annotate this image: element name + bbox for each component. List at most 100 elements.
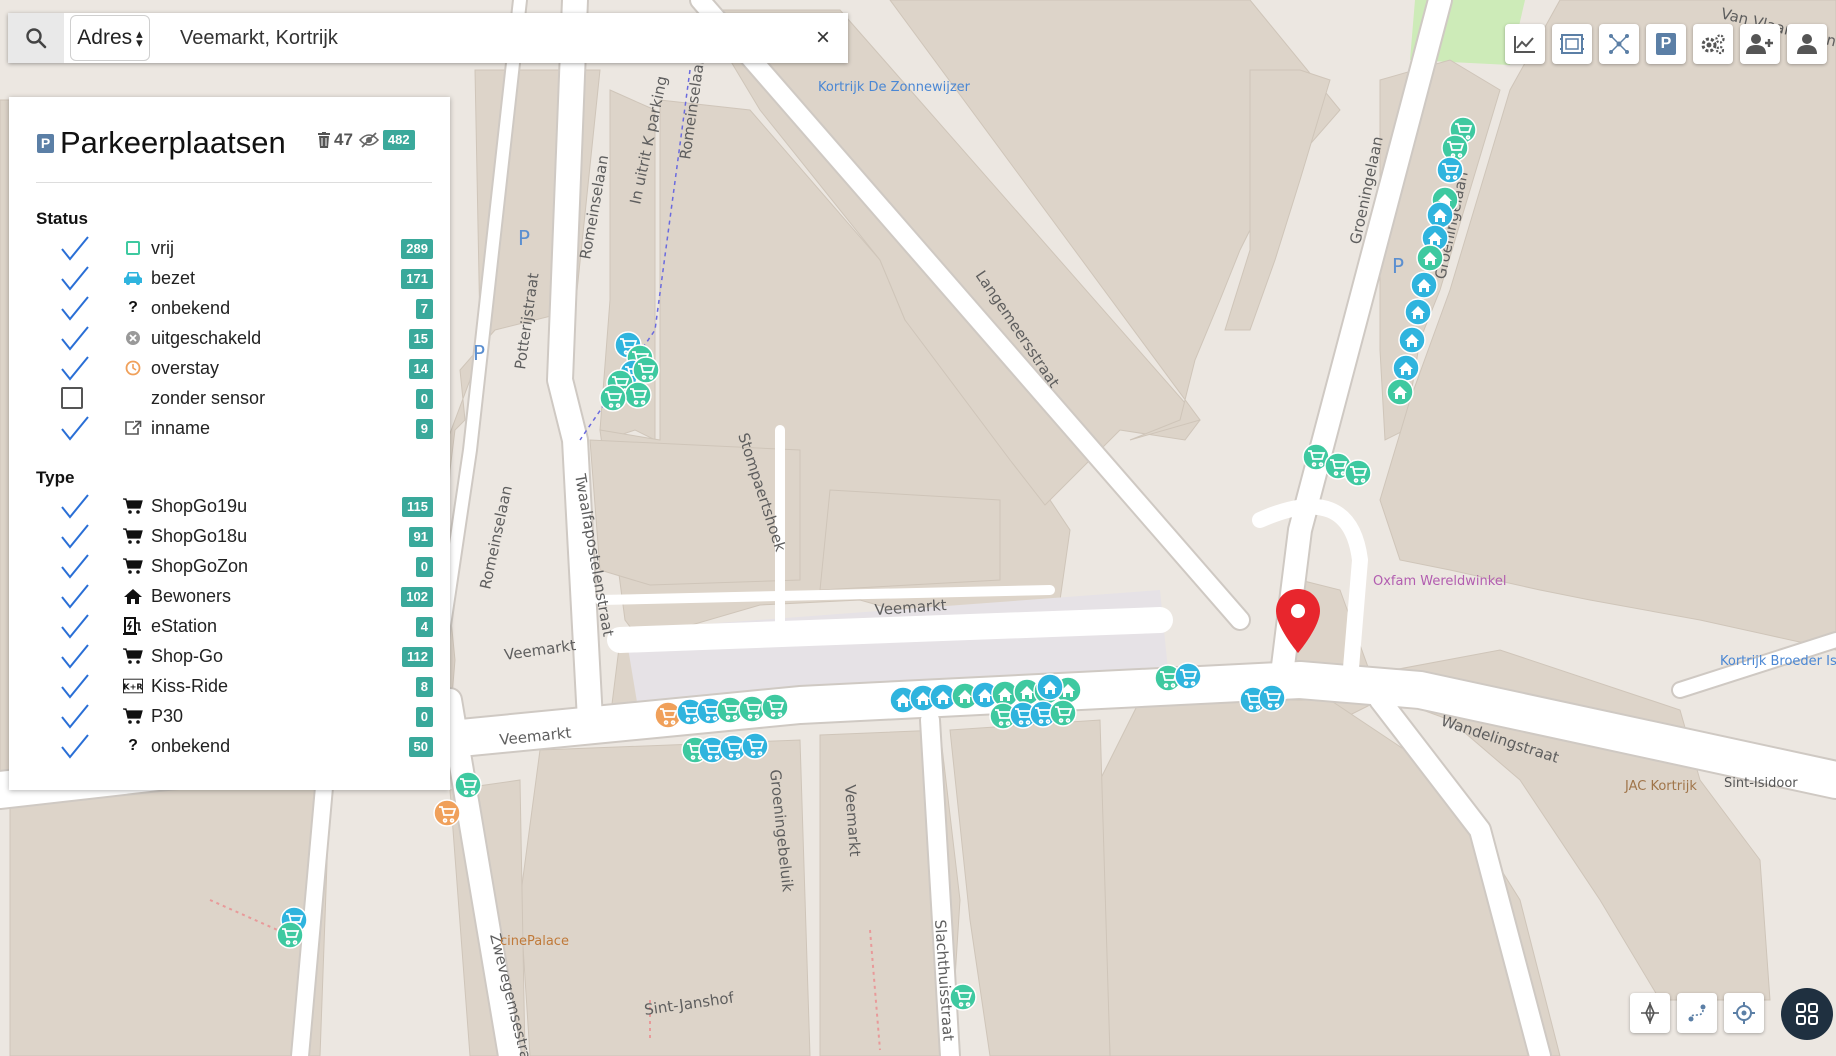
parking-marker-shopgo[interactable] <box>1344 459 1372 487</box>
parking-marker-shopgo[interactable] <box>632 356 660 384</box>
map-frame-button[interactable] <box>1552 24 1592 64</box>
parking-marker-shopgo[interactable] <box>1258 684 1286 712</box>
checkbox-checked[interactable] <box>60 293 90 323</box>
checkbox-checked[interactable] <box>60 413 90 443</box>
search-icon <box>26 28 47 49</box>
check-icon <box>61 644 89 669</box>
status-item-uitgeschakeld[interactable]: uitgeschakeld 15 <box>60 323 433 353</box>
legend-header: P Parkeerplaatsen <box>37 122 286 164</box>
checkbox-checked[interactable] <box>60 521 90 551</box>
parking-marker-shopgo[interactable] <box>949 983 977 1011</box>
checkbox-checked[interactable] <box>60 611 90 641</box>
search-mode-select[interactable]: Adres ▴ ▾ <box>70 15 150 61</box>
legend-title: Parkeerplaatsen <box>60 125 286 160</box>
status-item-bezet[interactable]: bezet 171 <box>60 263 433 293</box>
parking-icon: P <box>37 133 54 153</box>
cluster-button[interactable] <box>1599 24 1639 64</box>
parking-marker-residents[interactable] <box>1404 298 1432 326</box>
checkbox-checked[interactable] <box>60 323 90 353</box>
trash-icon[interactable] <box>317 131 331 149</box>
type-item-onbekend[interactable]: ? onbekend 50 <box>60 731 433 761</box>
parking-marker-residents[interactable] <box>1392 354 1420 382</box>
parking-marker-shopgo[interactable] <box>761 693 789 721</box>
status-item-zonder-sensor[interactable]: zonder sensor 0 <box>60 383 433 413</box>
search-button[interactable] <box>8 13 64 63</box>
status-count-badge: 289 <box>401 239 433 259</box>
checkbox-checked[interactable] <box>60 353 90 383</box>
type-item-label: Shop-Go <box>151 645 224 666</box>
legend-divider <box>36 182 432 183</box>
search-input[interactable] <box>150 14 798 62</box>
grid-menu-button[interactable] <box>1781 988 1833 1040</box>
parking-marker-shopgo[interactable] <box>741 732 769 760</box>
type-item-p30[interactable]: P30 0 <box>60 701 433 731</box>
parking-marker-shopgo[interactable] <box>433 799 461 827</box>
status-count-badge: 7 <box>415 299 433 319</box>
clear-search-button[interactable]: × <box>798 13 848 63</box>
chart-button[interactable] <box>1505 24 1545 64</box>
status-item-label: onbekend <box>151 297 231 318</box>
route-button[interactable] <box>1677 993 1717 1033</box>
check-icon <box>61 296 89 321</box>
locate-target-button[interactable] <box>1630 993 1670 1033</box>
status-item-inname[interactable]: inname 9 <box>60 413 433 443</box>
checkbox-checked[interactable] <box>60 701 90 731</box>
parking-marker-shopgo[interactable] <box>1049 699 1077 727</box>
check-icon <box>61 524 89 549</box>
parking-marker-residents[interactable] <box>1416 244 1444 272</box>
eye-slash-icon[interactable] <box>358 132 379 148</box>
user-button[interactable] <box>1787 24 1827 64</box>
parking-marker-shopgo[interactable] <box>276 921 304 949</box>
type-item-bewoners[interactable]: Bewoners 102 <box>60 581 433 611</box>
home-icon <box>124 588 142 604</box>
parking-marker-shopgo[interactable] <box>454 771 482 799</box>
type-item-label: Bewoners <box>151 585 232 606</box>
check-icon <box>61 416 89 441</box>
type-item-label: P30 <box>151 705 184 726</box>
check-icon <box>61 236 89 261</box>
checkbox-checked[interactable] <box>60 551 90 581</box>
checkbox-checked[interactable] <box>60 233 90 263</box>
parking-marker-residents[interactable] <box>1426 201 1454 229</box>
checkbox-checked[interactable] <box>60 731 90 761</box>
type-count-badge: 50 <box>408 737 433 757</box>
status-item-label: vrij <box>151 237 174 258</box>
parking-layer-button[interactable]: P <box>1646 24 1686 64</box>
checkbox-unchecked[interactable] <box>60 383 90 413</box>
parking-marker-shopgo[interactable] <box>624 381 652 409</box>
car-icon <box>124 272 142 285</box>
parking-marker-shopgo[interactable] <box>1174 662 1202 690</box>
parking-marker-residents[interactable] <box>1036 673 1064 701</box>
parking-marker-shopgo[interactable] <box>1436 156 1464 184</box>
user-icon <box>1797 34 1817 54</box>
checkbox-checked[interactable] <box>60 641 90 671</box>
type-item-shopgozon[interactable]: ShopGoZon 0 <box>60 551 433 581</box>
parking-marker-shopgo[interactable] <box>599 384 627 412</box>
settings-button[interactable] <box>1693 24 1733 64</box>
type-item-shopgo18u[interactable]: ShopGo18u 91 <box>60 521 433 551</box>
status-item-onbekend[interactable]: ? onbekend 7 <box>60 293 433 323</box>
status-item-overstay[interactable]: overstay 14 <box>60 353 433 383</box>
type-item-label: ShopGoZon <box>151 555 249 576</box>
type-item-estation[interactable]: eStation 4 <box>60 611 433 641</box>
parking-marker-residents[interactable] <box>1398 326 1426 354</box>
deleted-count: 47 <box>334 130 353 149</box>
type-count-badge: 4 <box>415 617 433 637</box>
parking-marker-residents[interactable] <box>1386 378 1414 406</box>
status-item-label: overstay <box>151 357 220 378</box>
poi-label: Kortrijk Broeder Isidoor <box>1720 654 1836 669</box>
parking-marker-residents[interactable] <box>1410 271 1438 299</box>
type-item-kiss-ride[interactable]: K+R Kiss-Ride 8 <box>60 671 433 701</box>
type-item-shop-go[interactable]: Shop-Go 112 <box>60 641 433 671</box>
settings-icon <box>1701 34 1725 55</box>
checkbox-checked[interactable] <box>60 263 90 293</box>
status-item-vrij[interactable]: vrij 289 <box>60 233 433 263</box>
parking-marker-shopgo[interactable] <box>738 695 766 723</box>
close-icon: × <box>815 24 830 51</box>
checkbox-checked[interactable] <box>60 491 90 521</box>
checkbox-checked[interactable] <box>60 671 90 701</box>
type-item-shopgo19u[interactable]: ShopGo19u 115 <box>60 491 433 521</box>
checkbox-checked[interactable] <box>60 581 90 611</box>
crosshair-button[interactable] <box>1724 993 1764 1033</box>
add-user-button[interactable] <box>1740 24 1780 64</box>
